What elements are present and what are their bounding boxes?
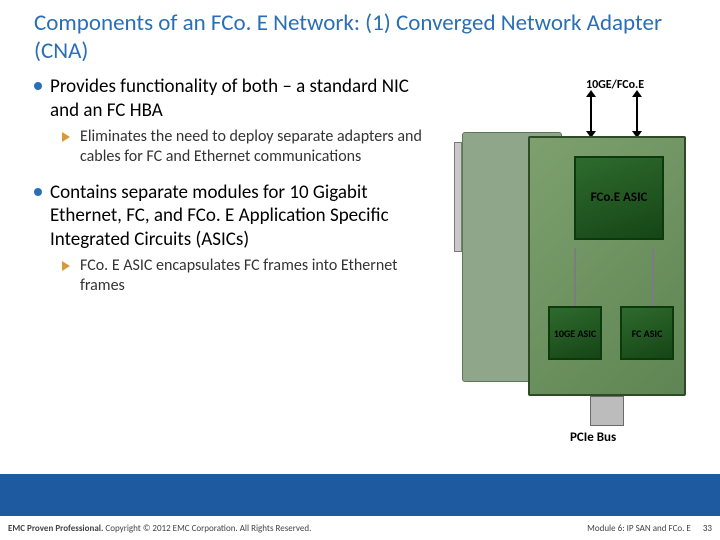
bullet-2: Contains separate modules for 10 Gigabit… (34, 181, 440, 252)
footer-accent-bar (0, 474, 720, 516)
double-arrow-icon (590, 96, 592, 132)
bullet-dot-icon (34, 82, 42, 90)
footer: EMC Proven Professional. Copyright © 201… (0, 516, 720, 540)
footer-page-number: 33 (703, 523, 712, 534)
subbullet-2-text: FCo. E ASIC encapsulates FC frames into … (80, 256, 440, 296)
connector-line (574, 248, 576, 306)
pcb-board: FCo.E ASIC 10GE ASIC FC ASIC (528, 136, 686, 396)
footer-right: Module 6: IP SAN and FCo. E 33 (587, 523, 712, 534)
footer-left: EMC Proven Professional. Copyright © 201… (8, 523, 311, 534)
chip-fcoe-label: FCo.E ASIC (590, 190, 649, 206)
bullet-1-text: Provides functionality of both – a stand… (50, 75, 440, 123)
footer-copyright: Copyright © 2012 EMC Corporation. All Ri… (103, 523, 311, 534)
bullet-1: Provides functionality of both – a stand… (34, 75, 440, 123)
chip-fc-label: FC ASIC (631, 327, 664, 340)
cna-diagram: 10GE/FCo.E FCo.E ASIC 10GE ASIC FC ASIC … (462, 78, 702, 458)
footer-brand: EMC Proven Professional. (8, 523, 103, 534)
pcie-edge-connector (590, 396, 624, 426)
diagram-bus-label: PCIe Bus (570, 430, 616, 445)
connector-line (652, 248, 654, 306)
content-area: Provides functionality of both – a stand… (0, 75, 450, 296)
subbullet-1: Eliminates the need to deploy separate a… (62, 127, 440, 167)
triangle-icon (62, 132, 70, 142)
chip-fc-asic: FC ASIC (620, 306, 674, 360)
triangle-icon (62, 261, 70, 271)
chip-fcoe-asic: FCo.E ASIC (574, 156, 664, 240)
bullet-dot-icon (34, 188, 42, 196)
bullet-2-text: Contains separate modules for 10 Gigabit… (50, 181, 440, 252)
subbullet-2: FCo. E ASIC encapsulates FC frames into … (62, 256, 440, 296)
pcb-bracket-notch (454, 142, 462, 252)
chip-10ge-label: 10GE ASIC (553, 327, 597, 340)
footer-module: Module 6: IP SAN and FCo. E (587, 523, 691, 534)
double-arrow-icon (636, 96, 638, 132)
subbullet-1-text: Eliminates the need to deploy separate a… (80, 127, 440, 167)
chip-10ge-asic: 10GE ASIC (548, 306, 602, 360)
slide-title: Components of an FCo. E Network: (1) Con… (0, 0, 720, 75)
